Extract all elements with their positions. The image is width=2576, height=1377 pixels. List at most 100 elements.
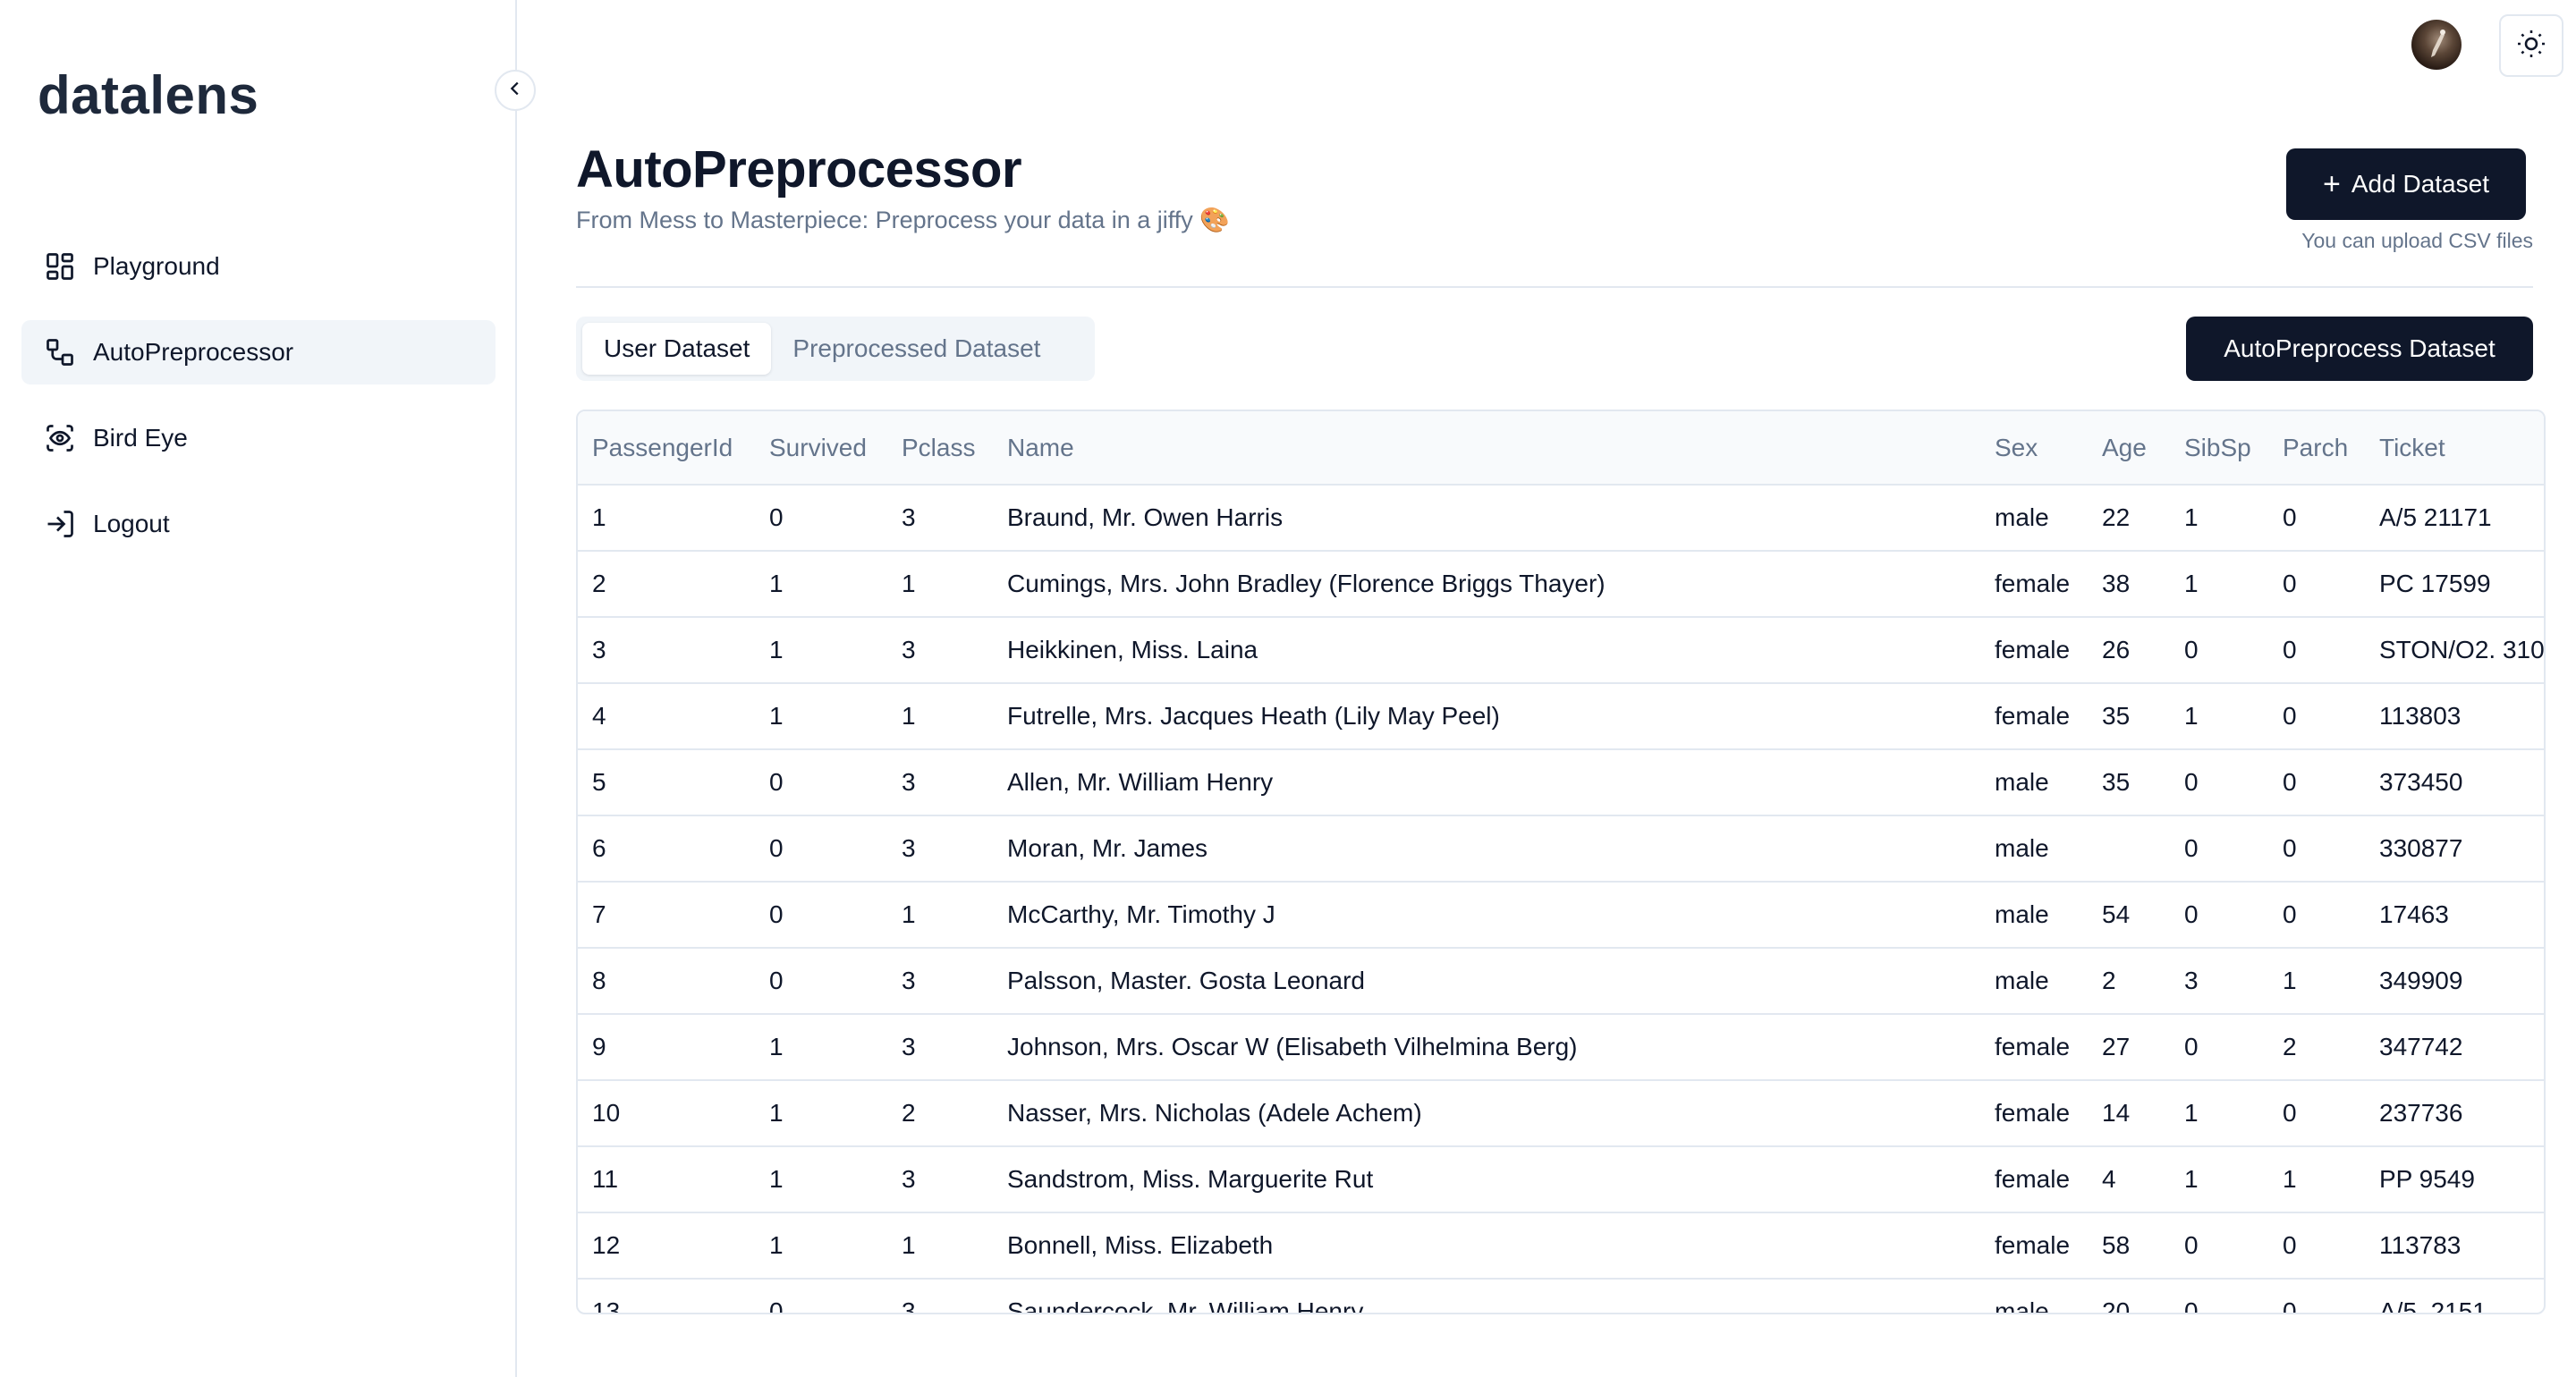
table-cell: 1 [2283,967,2297,994]
table-cell: 9 [592,1033,606,1060]
eye-scan-icon [43,421,77,455]
table-cell: 1 [769,636,784,663]
table-cell: male [1995,967,2049,994]
table-cell: Heikkinen, Miss. Laina [1007,636,1258,663]
table-cell: 0 [2184,1033,2199,1060]
table-cell: 1 [902,1231,916,1259]
table-cell: 0 [2184,768,2199,796]
column-header: Ticket [2365,411,2544,486]
sidebar-item-logout[interactable]: Logout [21,492,496,556]
table-cell: 7 [592,900,606,928]
table-cell: 2 [2283,1033,2297,1060]
table-cell: female [1995,1165,2071,1193]
table-cell: 1 [769,570,784,597]
column-header: PassengerId [578,411,755,486]
table-cell: Nasser, Mrs. Nicholas (Adele Achem) [1007,1099,1422,1127]
table-cell: 0 [769,1297,784,1314]
table-row: 11 1 3 Sandstrom, Miss. Marguerite Rut femal… [578,1146,2544,1212]
table-cell: STON/O2. 3101282 [2379,636,2545,663]
table-cell: male [1995,503,2049,531]
sidebar-item-playground[interactable]: Playground [21,234,496,299]
column-header: Sex [1980,411,2088,486]
table-cell: female [1995,702,2071,730]
tab-preprocessed-dataset[interactable]: Preprocessed Dataset [771,323,1062,375]
table-cell: 12 [592,1231,621,1259]
sidebar-item-label: AutoPreprocessor [93,338,294,366]
table-cell: 1 [2184,570,2199,597]
sidebar-item-autopreprocessor[interactable]: AutoPreprocessor [21,320,496,384]
table-cell: 5 [592,768,606,796]
table-row: 7 0 1 McCarthy, Mr. Timothy J male 54 0 0 17463 [578,882,2544,948]
table-cell: 349909 [2379,967,2463,994]
table-cell: 0 [2283,900,2297,928]
table-cell: 0 [769,967,784,994]
table-cell: 0 [2283,636,2297,663]
table-cell: female [1995,570,2071,597]
table-header-row: PassengerId Survived Pclass Name Sex Age SibSp… [578,411,2544,486]
sidebar-item-bird-eye[interactable]: Bird Eye [21,406,496,470]
table-cell: 3 [2184,967,2199,994]
table-cell: 4 [2102,1165,2116,1193]
app-logo[interactable]: datalens [38,64,258,126]
table-cell: 35 [2102,768,2131,796]
table-cell: Johnson, Mrs. Oscar W (Elisabeth Vilhelm… [1007,1033,1578,1060]
table-cell: Cumings, Mrs. John Bradley (Florence Bri… [1007,570,1606,597]
chevron-left-icon [505,79,525,103]
table-cell: 373450 [2379,768,2463,796]
table-cell: 0 [2283,570,2297,597]
table-cell: Moran, Mr. James [1007,834,1208,862]
sun-icon [2515,28,2547,64]
table-cell: 1 [2184,702,2199,730]
table-cell: 3 [592,636,606,663]
avatar[interactable] [2411,20,2462,70]
add-dataset-button[interactable]: + Add Dataset [2286,148,2526,220]
page-subtitle: From Mess to Masterpiece: Preprocess you… [576,207,1230,233]
tab-user-dataset[interactable]: User Dataset [582,323,772,375]
table-cell: 0 [2283,768,2297,796]
dataset-tabs: User Dataset Preprocessed Dataset [576,317,1095,381]
table-cell: 1 [769,1165,784,1193]
table-cell: 0 [2184,834,2199,862]
table-cell: 0 [769,900,784,928]
table-cell: 8 [592,967,606,994]
table-cell: Saundercock, Mr. William Henry [1007,1297,1364,1314]
table-cell: 2 [592,570,606,597]
table-cell: 38 [2102,570,2131,597]
sidebar-nav: Playground AutoPreprocessor Bird Eye Log… [21,234,496,578]
collapse-sidebar-button[interactable] [495,70,536,111]
page-title: AutoPreprocessor [576,140,1022,199]
table-cell: PP 9549 [2379,1165,2475,1193]
table-cell: 0 [2184,900,2199,928]
table-row: 1 0 3 Braund, Mr. Owen Harris male 22 1 0 A/5 21… [578,485,2544,551]
theme-toggle-button[interactable] [2499,14,2563,77]
table-row: 9 1 3 Johnson, Mrs. Oscar W (Elisabeth Vilh… [578,1014,2544,1080]
table-cell: 1 [769,702,784,730]
table-cell: 1 [2283,1165,2297,1193]
plus-icon: + [2323,167,2341,201]
table-cell: 3 [902,967,916,994]
table-cell: male [1995,900,2049,928]
table-cell: Bonnell, Miss. Elizabeth [1007,1231,1274,1259]
table-cell: 1 [769,1033,784,1060]
table-row: 3 1 3 Heikkinen, Miss. Laina female 26 0 0 STON/… [578,617,2545,683]
table-row: 6 0 3 Moran, Mr. James male 0 0 330877 [578,815,2544,882]
table-body: 1 0 3 Braund, Mr. Owen Harris male 22 1 0 A/5 21… [578,485,2545,1314]
table-cell: 237736 [2379,1099,2463,1127]
table-cell: 1 [2184,503,2199,531]
table-cell: Allen, Mr. William Henry [1007,768,1274,796]
sidebar-item-label: Bird Eye [93,424,188,452]
column-header: Survived [755,411,887,486]
column-header: Age [2088,411,2170,486]
table-cell: 1 [769,1099,784,1127]
table-cell: 22 [2102,503,2131,531]
table-row: 8 0 3 Palsson, Master. Gosta Leonard male 2 3 1… [578,948,2544,1014]
table-cell: male [1995,1297,2049,1314]
dataset-table-container[interactable]: PassengerId Survived Pclass Name Sex Age SibSp… [576,410,2546,1314]
table-cell: 11 [592,1165,619,1193]
column-header: SibSp [2170,411,2268,486]
autopreprocess-dataset-button[interactable]: AutoPreprocess Dataset [2186,317,2533,381]
column-header: Name [993,411,1980,486]
table-cell: 3 [902,1165,916,1193]
table-cell: 26 [2102,636,2131,663]
header-divider [576,286,2533,288]
